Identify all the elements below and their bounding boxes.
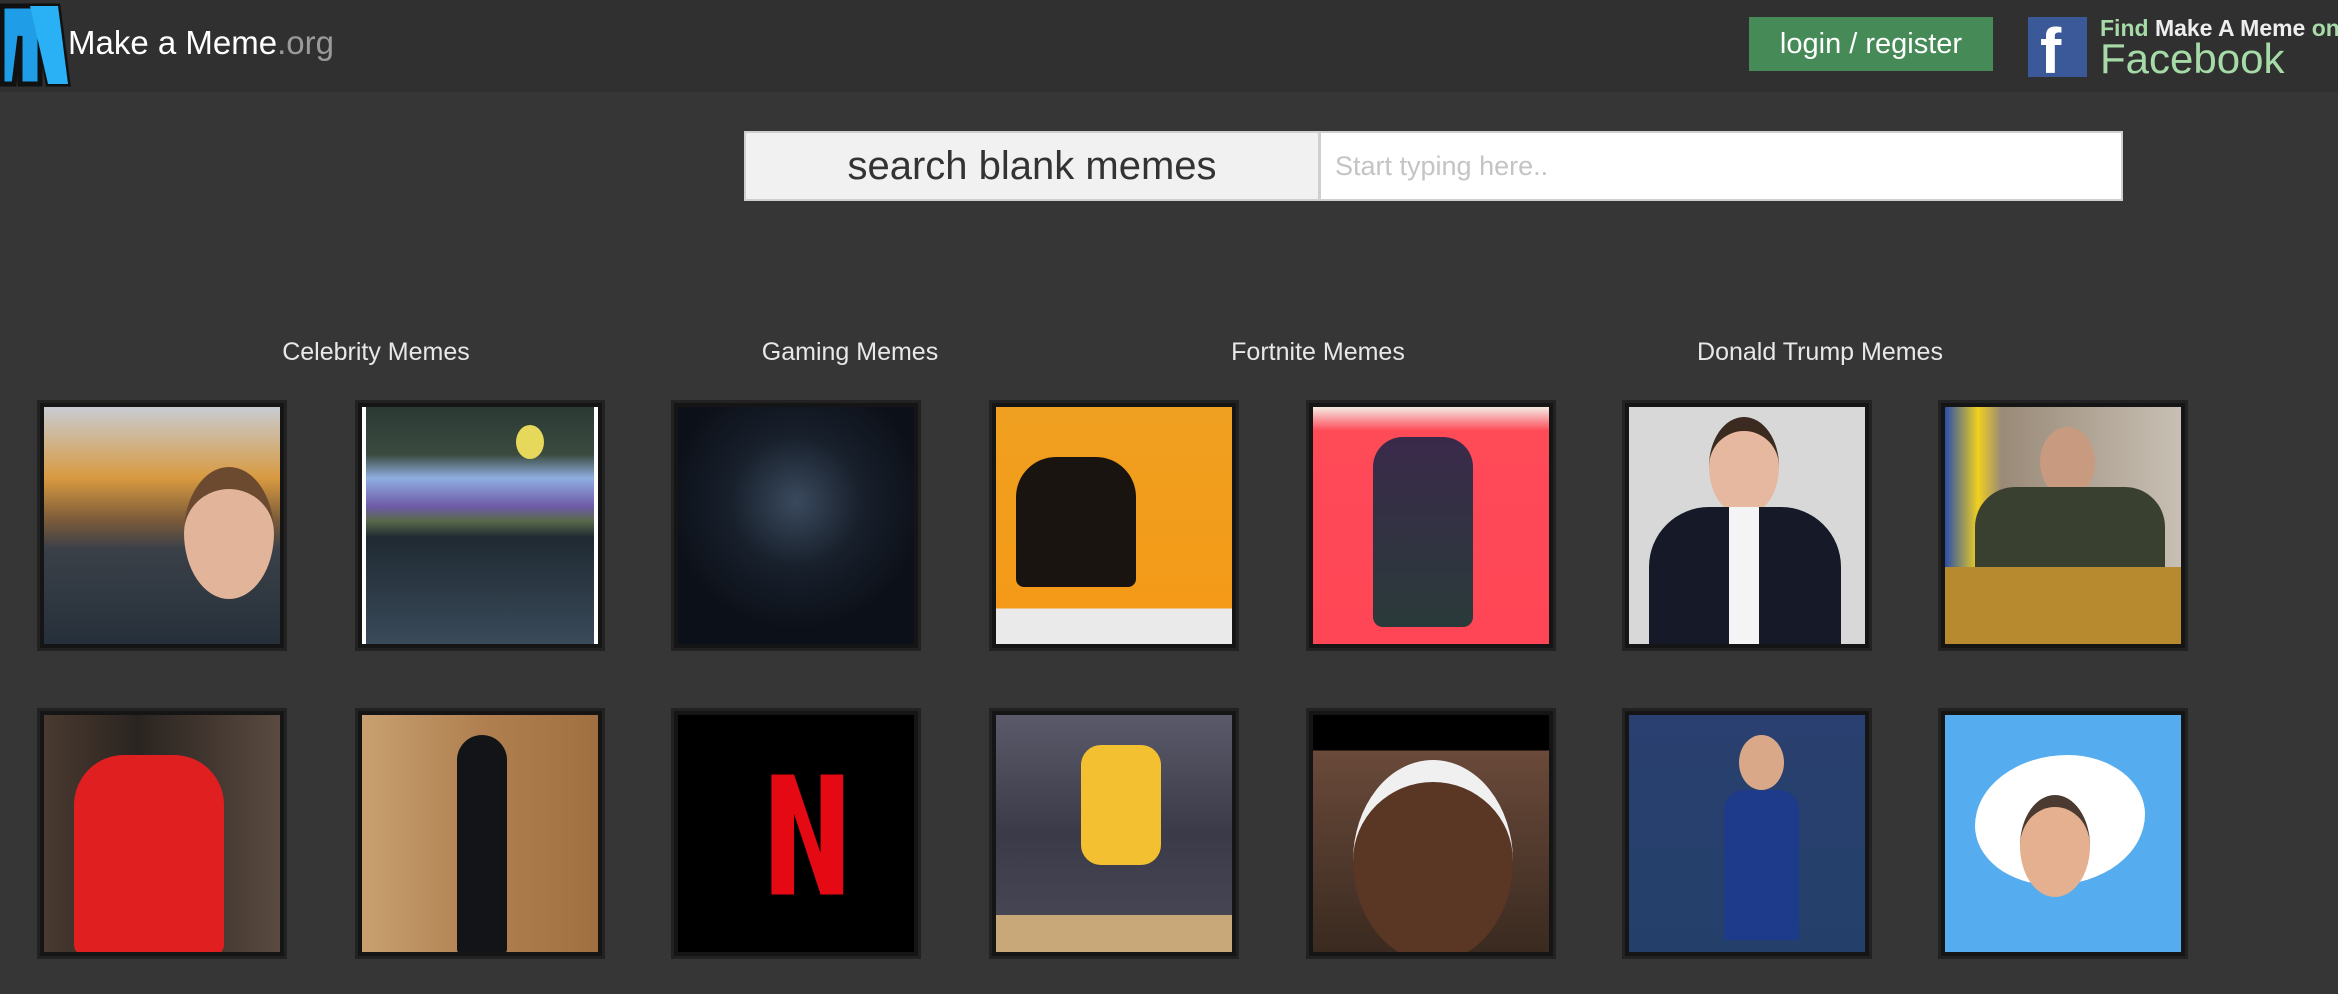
facebook-banner-line2: Facebook [2100, 35, 2285, 82]
site-logo-icon[interactable] [0, 2, 72, 88]
category-fortnite-memes[interactable]: Fortnite Memes [1231, 338, 1405, 367]
meme-image [678, 407, 914, 644]
facebook-banner-link[interactable]: f Find Make A Meme on Facebook [2028, 15, 2338, 83]
login-register-button[interactable]: login / register [1749, 17, 1993, 71]
search-input[interactable] [1319, 131, 2123, 201]
meme-image [1945, 407, 2181, 644]
facebook-icon: f [2028, 17, 2087, 83]
meme-image [44, 715, 280, 952]
meme-thumbnail-skeletor[interactable] [355, 400, 605, 651]
meme-image [996, 715, 1232, 952]
meme-image [44, 407, 280, 644]
top-header: Make a Meme.org login / register f Find … [0, 0, 2338, 92]
meme-thumbnail-lebron-cavs[interactable] [989, 708, 1239, 959]
meme-image [678, 715, 914, 952]
netflix-logo-icon [771, 774, 844, 895]
meme-thumbnail-counter-strike-dark[interactable] [671, 400, 921, 651]
meme-image [1313, 407, 1549, 644]
meme-thumbnail-elon-twitter[interactable] [1938, 708, 2188, 959]
meme-thumbnail-red-dress[interactable] [37, 708, 287, 959]
meme-thumbnail-zelensky[interactable] [1938, 400, 2188, 651]
search-label: search blank memes [744, 131, 1319, 201]
meme-thumbnail-valorant[interactable] [1306, 400, 1556, 651]
meme-thumbnail-netflix[interactable] [671, 708, 921, 959]
meme-image [1945, 715, 2181, 952]
meme-thumbnail-elon-musk[interactable] [1622, 400, 1872, 651]
category-donald-trump-memes[interactable]: Donald Trump Memes [1697, 338, 1943, 367]
meme-image [1629, 715, 1865, 952]
category-celebrity-memes[interactable]: Celebrity Memes [282, 338, 470, 367]
meme-thumbnail-disaster-girl[interactable] [37, 400, 287, 651]
meme-thumbnail-djokovic[interactable] [1622, 708, 1872, 959]
fb-text-on: on [2305, 15, 2338, 41]
meme-thumbnail-mirror-selfie[interactable] [355, 708, 605, 959]
meme-image [362, 407, 598, 644]
meme-thumbnail-counter-strike[interactable] [989, 400, 1239, 651]
brand-name: Make a Meme [68, 24, 278, 61]
category-gaming-memes[interactable]: Gaming Memes [762, 338, 938, 367]
meme-image [362, 715, 598, 952]
meme-image [1313, 715, 1549, 952]
site-brand-link[interactable]: Make a Meme.org [68, 24, 334, 62]
meme-thumbnail-crying-lebron[interactable] [1306, 708, 1556, 959]
meme-image [1629, 407, 1865, 644]
meme-image [996, 407, 1232, 644]
brand-tld: .org [277, 24, 334, 61]
